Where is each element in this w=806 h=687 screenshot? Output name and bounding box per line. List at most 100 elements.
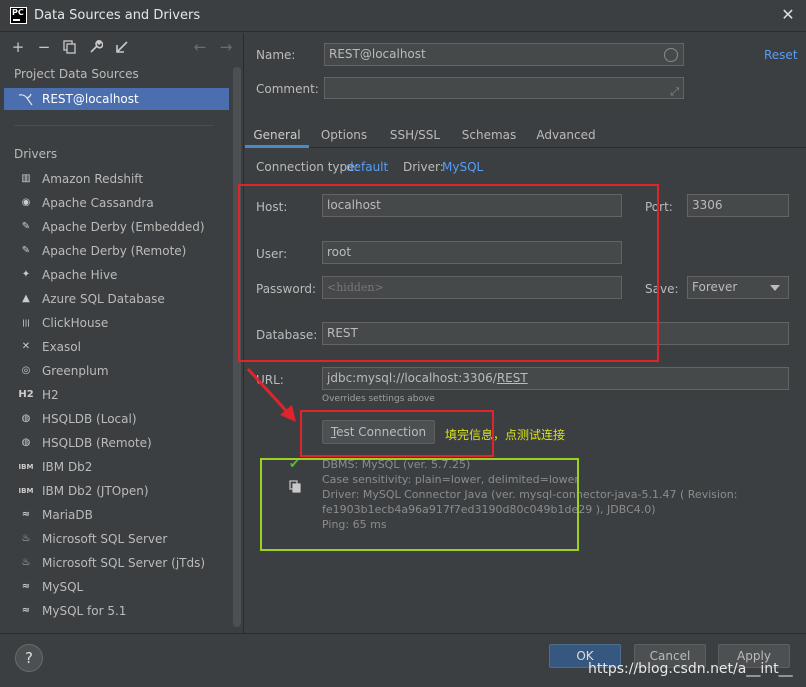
connection-type-link[interactable]: default [346,160,388,174]
driver-label: MySQL [42,580,84,594]
driver-item[interactable]: ♨ Microsoft SQL Server (jTds) [4,552,229,574]
name-label: Name: [256,48,296,62]
tab-bar-divider [245,147,806,148]
mysql-icon [18,92,34,106]
driver-item[interactable]: ◉ Apache Cassandra [4,192,229,214]
sqlserver-icon: ♨ [21,557,31,568]
close-window-button[interactable]: ✕ [776,3,800,27]
pycharm-logo-icon: PC [10,7,27,24]
driver-label: HSQLDB (Remote) [42,436,152,450]
driver-label: Driver: [403,160,444,174]
reset-link[interactable]: Reset [764,48,798,62]
save-select[interactable]: Forever [687,276,789,299]
sqlserver-icon: ♨ [21,533,31,544]
driver-label: IBM Db2 [42,460,93,474]
ibm-db2-icon: IBM [18,487,34,495]
remove-icon[interactable]: − [34,37,54,57]
bottom-bar: ? OK Cancel Apply https://blog.csdn.net/… [0,633,806,687]
driver-item[interactable]: ≈ MariaDB [4,504,229,526]
driver-item[interactable]: ▥ Amazon Redshift [4,168,229,190]
active-tab-indicator [245,145,309,148]
annotation-arrow-icon [246,367,296,422]
watermark-text: https://blog.csdn.net/a__int__ [588,661,793,677]
comment-input[interactable]: ⤢ [324,77,684,99]
annotation-green-box-result [260,458,579,551]
make-global-icon[interactable] [112,37,132,57]
window-title: Data Sources and Drivers [34,8,201,23]
save-select-value: Forever [692,280,738,294]
greenplum-icon: ◎ [21,365,31,376]
driver-label: Greenplum [42,364,109,378]
left-panel: + − ← → Project Data Sources REST@localh… [0,33,244,633]
driver-label: Azure SQL Database [42,292,165,306]
add-icon[interactable]: + [8,37,28,57]
comment-label: Comment: [256,82,319,96]
driver-item[interactable]: ◍ HSQLDB (Local) [4,408,229,430]
driver-item[interactable]: ||| ClickHouse [4,312,229,334]
driver-link[interactable]: MySQL [442,160,483,174]
data-source-item-rest-localhost[interactable]: REST@localhost [4,88,229,110]
driver-label: Apache Derby (Remote) [42,244,187,258]
wrench-icon[interactable] [86,37,106,57]
derby-icon: ✎ [21,221,31,232]
redshift-icon: ▥ [21,173,31,184]
tab-advanced[interactable]: Advanced [533,123,599,147]
chevron-down-icon [770,285,780,291]
hive-icon: ✦ [21,269,31,280]
clickhouse-icon: ||| [22,319,30,327]
mysql-icon: ≈ [21,605,31,616]
divider [14,125,214,126]
driver-label: Apache Cassandra [42,196,154,210]
driver-item[interactable]: ✦ Apache Hive [4,264,229,286]
annotation-red-box-test [300,410,494,457]
forward-arrow-icon[interactable]: → [216,37,236,57]
color-circle-icon[interactable] [664,48,678,62]
expand-icon[interactable]: ⤢ [670,81,679,98]
tab-ssh-ssl[interactable]: SSH/SSL [384,123,446,147]
h2-icon: H2 [18,389,34,400]
driver-label: MySQL for 5.1 [42,604,127,618]
exasol-icon: ✕ [21,341,31,352]
driver-item[interactable]: ▲ Azure SQL Database [4,288,229,310]
help-button[interactable]: ? [15,644,43,672]
driver-item[interactable]: ◎ Greenplum [4,360,229,382]
tab-general[interactable]: General [245,123,309,147]
driver-item[interactable]: ♨ Microsoft SQL Server [4,528,229,550]
driver-item[interactable]: ✎ Apache Derby (Remote) [4,240,229,262]
driver-item[interactable]: IBM IBM Db2 [4,456,229,478]
driver-item[interactable]: IBM IBM Db2 (JTOpen) [4,480,229,502]
driver-label: ClickHouse [42,316,109,330]
drivers-label: Drivers [14,147,58,161]
driver-label: Apache Derby (Embedded) [42,220,205,234]
annotation-red-box-fields [238,184,659,362]
driver-label: IBM Db2 (JTOpen) [42,484,149,498]
driver-label: Microsoft SQL Server [42,532,168,546]
driver-item[interactable]: ✕ Exasol [4,336,229,358]
duplicate-icon[interactable] [60,37,80,57]
port-input[interactable]: 3306 [687,194,789,217]
driver-item[interactable]: ◍ HSQLDB (Remote) [4,432,229,454]
data-source-label: REST@localhost [42,92,139,106]
logo-text: PC [12,8,24,17]
tab-options[interactable]: Options [317,123,371,147]
driver-label: H2 [42,388,59,402]
name-input[interactable]: REST@localhost [324,43,684,66]
driver-item[interactable]: H2 H2 [4,384,229,406]
driver-item[interactable]: ≈ MySQL for 5.1 [4,600,229,622]
derby-icon: ✎ [21,245,31,256]
cassandra-icon: ◉ [21,197,31,208]
driver-label: HSQLDB (Local) [42,412,137,426]
url-prefix: jdbc:mysql://localhost:3306/ [327,371,497,385]
driver-label: MariaDB [42,508,93,522]
tab-schemas[interactable]: Schemas [458,123,520,147]
driver-item[interactable]: ≈ MySQL [4,576,229,598]
url-input[interactable]: jdbc:mysql://localhost:3306/REST [322,367,789,390]
driver-item[interactable]: ✎ Apache Derby (Embedded) [4,216,229,238]
driver-label: Exasol [42,340,81,354]
back-arrow-icon[interactable]: ← [190,37,210,57]
name-value: REST@localhost [329,47,426,61]
connection-type-label: Connection type: [256,160,359,174]
hsqldb-icon: ◍ [21,437,31,448]
driver-label: Apache Hive [42,268,118,282]
title-bar: PC Data Sources and Drivers ✕ [0,0,806,32]
